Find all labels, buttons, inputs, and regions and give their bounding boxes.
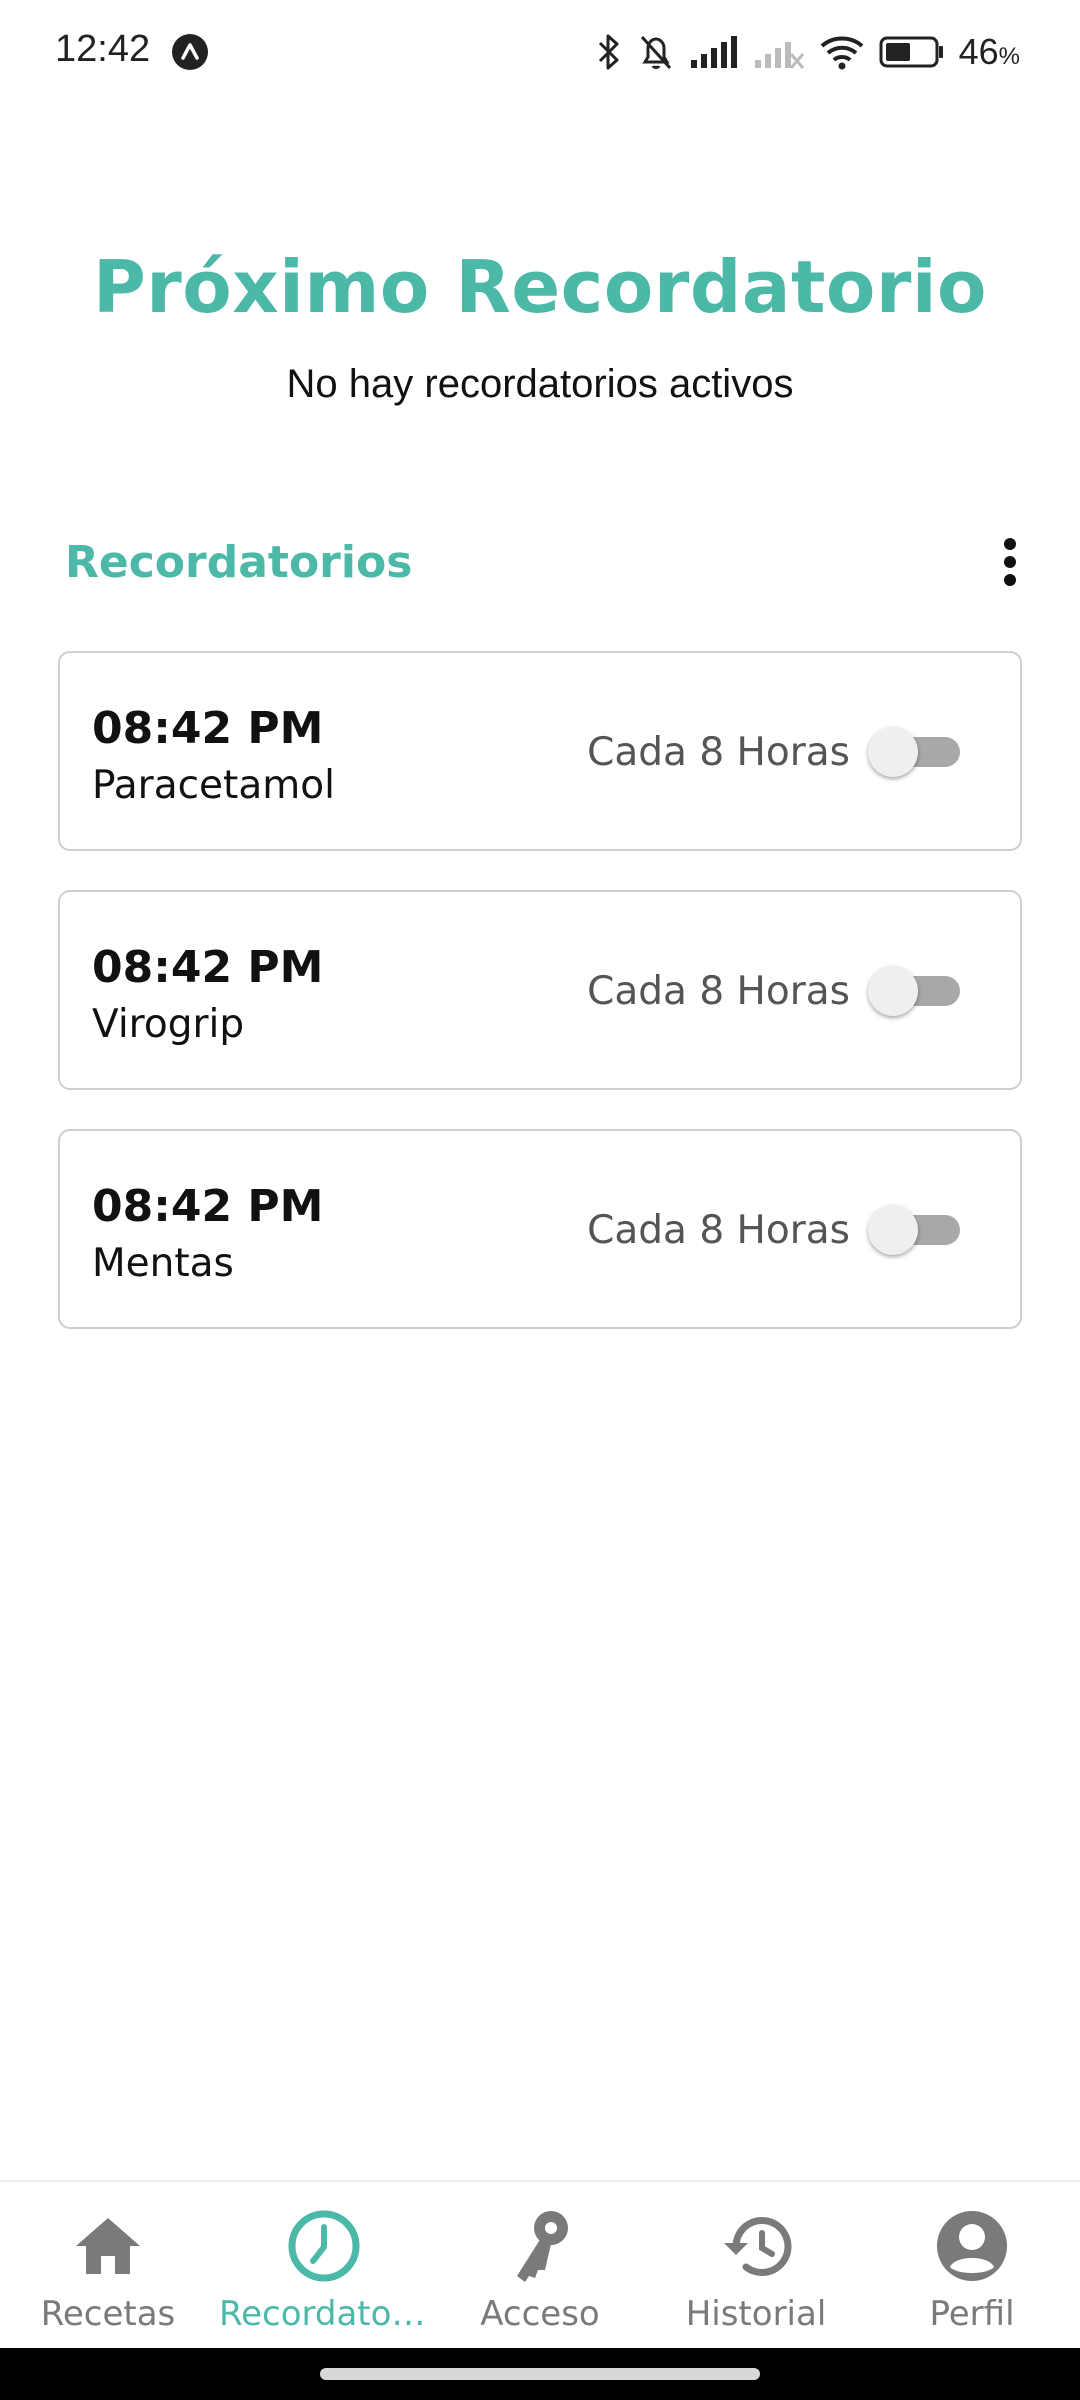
- battery-icon: [879, 36, 943, 68]
- status-icons: 46%: [595, 28, 1020, 76]
- key-icon: [505, 2206, 575, 2286]
- battery-percent: 46%: [958, 31, 1020, 72]
- reminder-card[interactable]: 08:42 PM Mentas Cada 8 Horas: [58, 1129, 1022, 1329]
- reminder-toggle[interactable]: [868, 727, 960, 777]
- page-subtitle: No hay recordatorios activos: [286, 362, 794, 406]
- reminder-name: Paracetamol: [92, 763, 335, 808]
- clock-icon: [287, 2206, 361, 2286]
- bottom-navigation: Recetas Recordator... Acceso Historial P…: [0, 2180, 1080, 2348]
- reminder-frequency: Cada 8 Horas: [587, 730, 850, 775]
- more-vert-icon[interactable]: [990, 530, 1030, 594]
- reminder-toggle[interactable]: [868, 966, 960, 1016]
- signal-off-icon: [754, 42, 804, 69]
- reminder-card[interactable]: 08:42 PM Virogrip Cada 8 Horas: [58, 890, 1022, 1090]
- bluetooth-icon: [598, 34, 619, 70]
- bell-off-icon: [640, 35, 671, 70]
- page-title: Próximo Recordatorio: [92, 245, 987, 329]
- gesture-handle[interactable]: [320, 2368, 760, 2380]
- system-gesture-bar: [0, 2348, 1080, 2400]
- nav-item-recordatorios[interactable]: Recordator...: [216, 2182, 432, 2348]
- nav-label: Recetas: [40, 2294, 176, 2334]
- reminder-frequency: Cada 8 Horas: [587, 969, 850, 1014]
- reminder-toggle[interactable]: [868, 1205, 960, 1255]
- status-time: 12:42: [55, 28, 151, 70]
- history-icon: [720, 2206, 792, 2286]
- nav-item-perfil[interactable]: Perfil: [864, 2182, 1080, 2348]
- wifi-icon: [820, 36, 863, 70]
- nav-item-recetas[interactable]: Recetas: [0, 2182, 216, 2348]
- nav-label: Acceso: [480, 2294, 600, 2334]
- nav-label: Perfil: [929, 2294, 1015, 2334]
- reminder-time: 08:42 PM: [92, 703, 324, 754]
- status-bar: 12:42 46%: [0, 0, 1080, 104]
- nav-item-historial[interactable]: Historial: [648, 2182, 864, 2348]
- reminder-frequency: Cada 8 Horas: [587, 1208, 850, 1253]
- signal-icon: [690, 36, 737, 68]
- home-icon: [72, 2206, 144, 2286]
- section-title: Recordatorios: [65, 537, 413, 588]
- reminder-time: 08:42 PM: [92, 942, 324, 993]
- nav-label: Recordator...: [219, 2294, 429, 2334]
- nav-label: Historial: [685, 2294, 827, 2334]
- reminder-name: Mentas: [92, 1241, 234, 1286]
- account-icon: [935, 2206, 1009, 2286]
- nav-item-acceso[interactable]: Acceso: [432, 2182, 648, 2348]
- reminder-time: 08:42 PM: [92, 1181, 324, 1232]
- reminder-name: Virogrip: [92, 1002, 245, 1047]
- app-notification-icon: [172, 34, 208, 70]
- reminder-card[interactable]: 08:42 PM Paracetamol Cada 8 Horas: [58, 651, 1022, 851]
